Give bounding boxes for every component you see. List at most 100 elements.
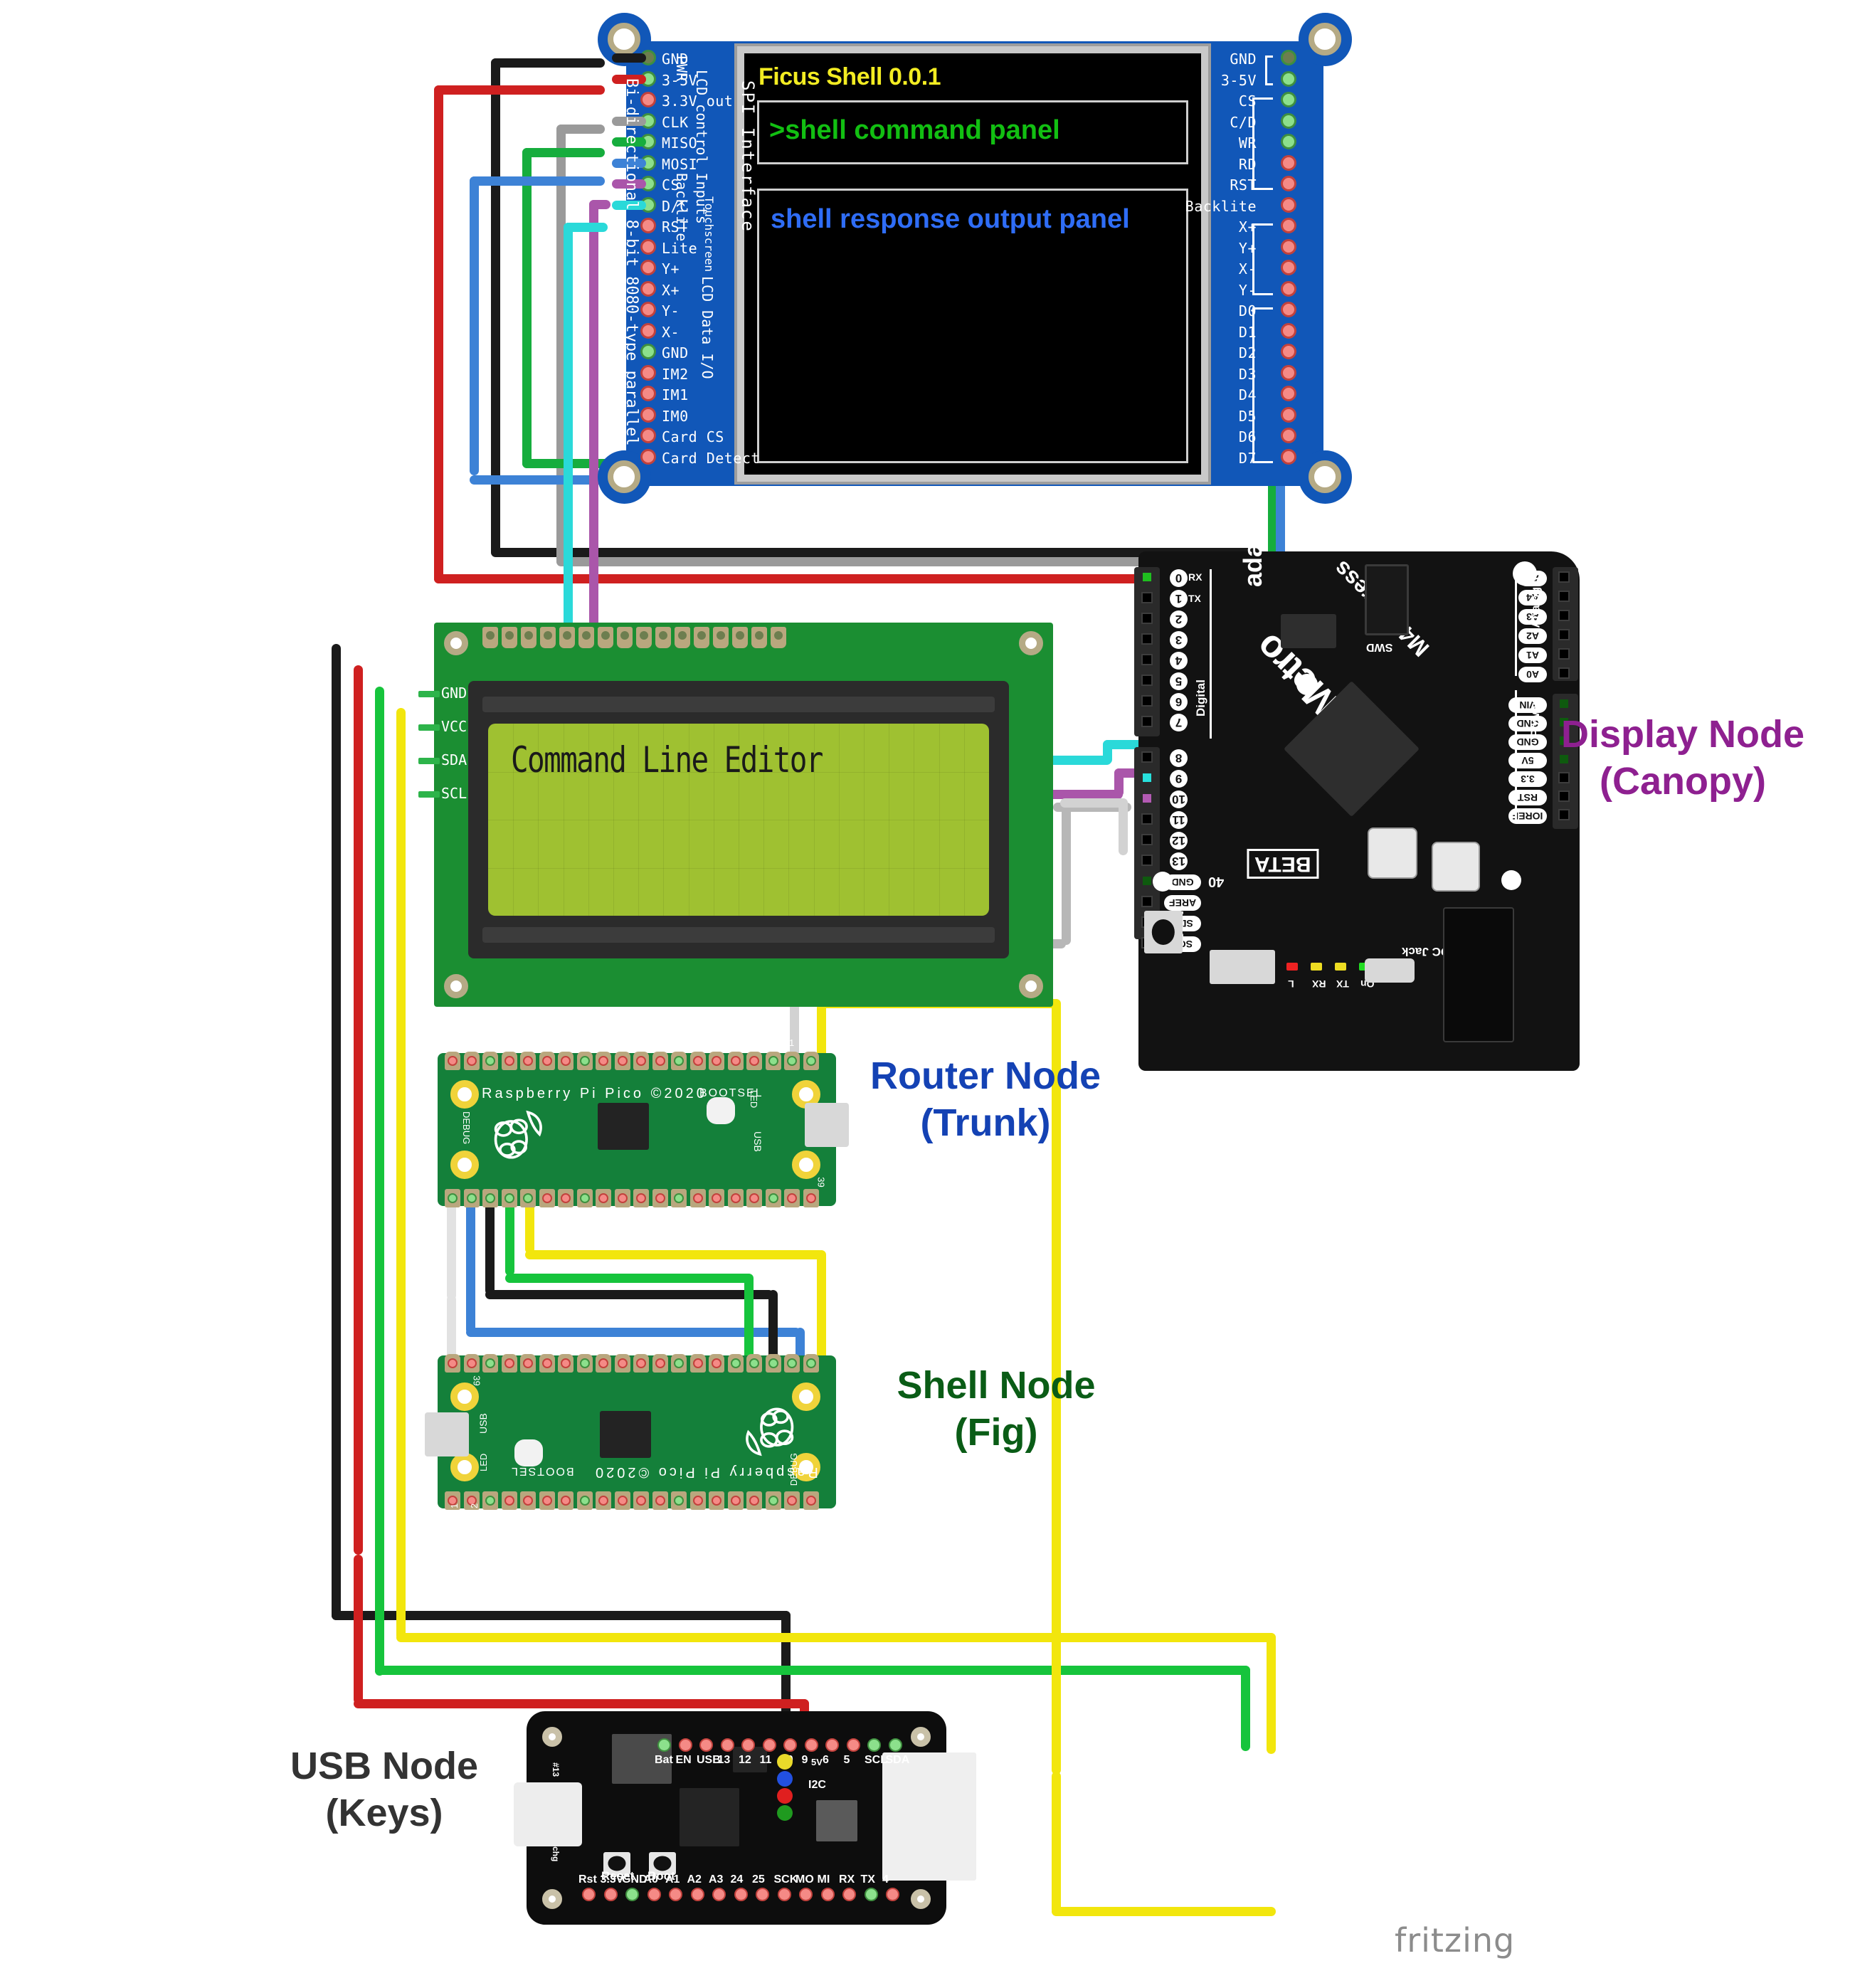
tft-bus-pin-d3[interactable] <box>1281 364 1296 381</box>
tft-pin-card-cs[interactable] <box>640 428 656 443</box>
tft-pin-card-detect[interactable] <box>640 448 656 465</box>
pico-pad[interactable] <box>633 1189 649 1207</box>
pico-pad[interactable] <box>463 1354 480 1373</box>
pico-pad[interactable] <box>596 1491 611 1510</box>
lcd-header-pad[interactable] <box>521 627 536 648</box>
tft-display-shield[interactable]: Ficus Shell 0.0.1 >shell command panel s… <box>598 13 1352 504</box>
metro-digital-socket-0[interactable] <box>1141 571 1153 583</box>
tft-pin-y-[interactable] <box>640 260 656 275</box>
lcd-header-pad[interactable] <box>771 627 786 648</box>
tft-pin-gnd[interactable] <box>640 344 656 359</box>
pico-pad[interactable] <box>576 1189 593 1207</box>
pico-pad[interactable] <box>652 1354 668 1373</box>
pico-pad[interactable] <box>558 1491 574 1510</box>
pico-pad[interactable] <box>445 1052 460 1070</box>
usb-node-pin-en[interactable] <box>678 1738 692 1752</box>
tft-bus-pin-y-[interactable] <box>1281 280 1296 297</box>
pico-pad[interactable] <box>501 1354 517 1373</box>
pico-pad[interactable] <box>709 1354 724 1373</box>
pico-pad[interactable] <box>803 1189 819 1207</box>
pico-shell-board[interactable]: Raspberry Pi Pico ©2020 BOOTSEL LED USB … <box>425 1354 836 1510</box>
pico-pad[interactable] <box>614 1052 630 1070</box>
lcd-header-pad[interactable] <box>617 627 633 648</box>
pico-pad[interactable] <box>671 1354 687 1373</box>
lcd-header-pad[interactable] <box>694 627 709 648</box>
bootsel-button[interactable] <box>514 1439 543 1466</box>
pico-pad[interactable] <box>596 1354 611 1373</box>
pico-pad[interactable] <box>445 1189 460 1207</box>
pico-pad[interactable] <box>671 1189 687 1207</box>
metro-digital-socket-5[interactable] <box>1141 675 1153 686</box>
usb-node-pin-a0[interactable] <box>647 1888 661 1901</box>
usb-a-host-port[interactable] <box>882 1752 976 1881</box>
tft-bus-pin-y-[interactable] <box>1281 238 1296 255</box>
pico-pad[interactable] <box>765 1052 781 1070</box>
pico-pad[interactable] <box>539 1052 555 1070</box>
pico-pad[interactable] <box>727 1052 744 1070</box>
usb-host-board[interactable]: BatENUSB13121110965SCLSDA Rst3.3VGNDA0A1… <box>514 1711 976 1925</box>
lcd-pin-scl[interactable] <box>418 791 440 798</box>
pico-pad[interactable] <box>671 1052 687 1070</box>
pico-pad[interactable] <box>689 1491 706 1510</box>
pico-pad[interactable] <box>633 1052 649 1070</box>
metro-digital-socket-8[interactable] <box>1141 751 1153 763</box>
usb-node-pin-scl[interactable] <box>867 1738 881 1752</box>
dc-barrel-jack[interactable] <box>1443 907 1514 1042</box>
tft-bus-pin-cs[interactable] <box>1281 92 1296 107</box>
usb-node-pin-rx[interactable] <box>842 1888 856 1901</box>
metro-digital-socket-9[interactable] <box>1141 772 1153 783</box>
tft-pin-rst[interactable] <box>640 218 656 233</box>
usb-node-pin-13[interactable] <box>720 1738 734 1752</box>
metro-digital-socket-13[interactable] <box>1141 855 1153 866</box>
micro-usb-port[interactable] <box>425 1412 469 1456</box>
metro-digital-socket-4[interactable] <box>1141 654 1153 665</box>
lcd-header-pad[interactable] <box>598 627 613 648</box>
pico-pad[interactable] <box>614 1491 630 1510</box>
usb-node-pin-12[interactable] <box>741 1738 755 1752</box>
bootsel-button[interactable] <box>707 1097 735 1124</box>
lcd-pin-vcc[interactable] <box>418 724 440 731</box>
pico-pad[interactable] <box>576 1052 593 1070</box>
pico-pad[interactable] <box>689 1354 706 1373</box>
pico-pad[interactable] <box>709 1491 724 1510</box>
usb-node-pin-a3[interactable] <box>712 1888 726 1901</box>
usb-node-pin-sck[interactable] <box>777 1888 791 1901</box>
lcd-header-pad[interactable] <box>732 627 748 648</box>
swd-connector[interactable] <box>1365 564 1409 635</box>
pico-pad[interactable] <box>482 1354 498 1373</box>
pico-pad[interactable] <box>746 1052 762 1070</box>
tft-bus-pin-wr[interactable] <box>1281 134 1296 149</box>
usb-node-pin-4[interactable] <box>886 1888 899 1901</box>
micro-usb-port[interactable] <box>1210 950 1275 984</box>
usb-node-pin-10[interactable] <box>783 1738 797 1752</box>
metro-digital-socket-10[interactable] <box>1141 793 1153 804</box>
usb-node-pin-mo[interactable] <box>799 1888 813 1901</box>
pico-pad[interactable] <box>445 1354 460 1373</box>
lcd-header-pad[interactable] <box>655 627 671 648</box>
pico-pad[interactable] <box>633 1354 649 1373</box>
pico-pad[interactable] <box>709 1189 724 1207</box>
usb-node-pin-bat[interactable] <box>657 1738 671 1752</box>
metro-analog-socket-a0[interactable] <box>1558 667 1570 679</box>
usb-node-pin-gnd[interactable] <box>625 1888 639 1901</box>
tft-screen[interactable]: Ficus Shell 0.0.1 >shell command panel s… <box>744 53 1201 475</box>
usb-node-pin-usb[interactable] <box>699 1738 713 1752</box>
metro-analog-socket-a5[interactable] <box>1558 571 1570 583</box>
tft-bus-pin-d7[interactable] <box>1281 448 1296 465</box>
metro-digital-socket-aref[interactable] <box>1141 896 1153 907</box>
pico-pad[interactable] <box>596 1189 611 1207</box>
pico-pad[interactable] <box>671 1491 687 1510</box>
usb-node-pin-tx[interactable] <box>864 1888 878 1901</box>
shell-command-panel[interactable]: >shell command panel <box>757 100 1188 164</box>
tft-bus-pin-d1[interactable] <box>1281 322 1296 339</box>
metro-digital-socket-7[interactable] <box>1141 716 1153 727</box>
lcd-header-pad[interactable] <box>482 627 498 648</box>
pico-pad[interactable] <box>727 1491 744 1510</box>
lcd-header-pad[interactable] <box>713 627 729 648</box>
lcd-pin-sda[interactable] <box>418 758 440 764</box>
pico-router-board[interactable]: Raspberry Pi Pico ©2020 BOOTSEL LED USB … <box>438 1037 849 1207</box>
usb-node-pin-a2[interactable] <box>690 1888 704 1901</box>
tft-pin-3-3v-out[interactable] <box>640 92 656 107</box>
pico-pad[interactable] <box>746 1491 762 1510</box>
tft-bus-pin-c-d[interactable] <box>1281 112 1296 129</box>
